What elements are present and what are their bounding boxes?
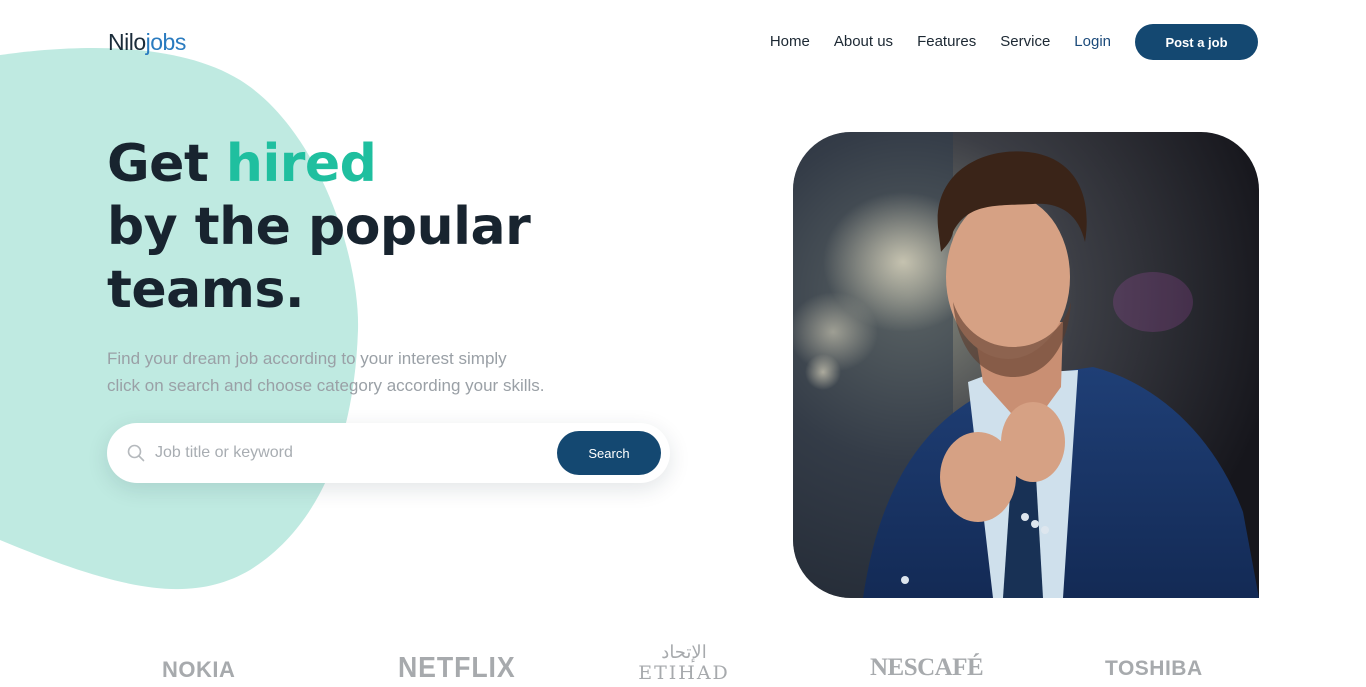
etihad-logo-arabic: الإتحاد (661, 642, 707, 663)
hero-title-line2: by the popular (107, 197, 531, 257)
search-button[interactable]: Search (557, 431, 661, 475)
hero-title: Get hired by the popular teams. (107, 133, 531, 322)
hero-title-word1: Get (107, 134, 209, 194)
top-navbar: Nilojobs Home About us Features Service … (0, 0, 1366, 84)
nav-about-link[interactable]: About us (834, 24, 893, 60)
search-input[interactable] (155, 423, 535, 483)
partner-logos: NOKIA NETFLIX الإتحاد ETIHAD NESCAFÉ TOS… (0, 640, 1366, 687)
etihad-logo: الإتحاد ETIHAD (634, 642, 734, 685)
nav-features-link[interactable]: Features (917, 24, 976, 60)
hero-title-line1: Get hired (107, 133, 530, 196)
netflix-logo: NETFLIX (398, 652, 516, 684)
hero-title-accent: hired (225, 134, 377, 194)
hero-photo (793, 132, 1259, 598)
login-link[interactable]: Login (1074, 24, 1111, 60)
search-icon (127, 444, 145, 462)
hero-photo-illustration (793, 132, 1259, 598)
etihad-logo-latin: ETIHAD (638, 662, 730, 684)
job-search-bar: Search (107, 423, 670, 483)
post-job-button[interactable]: Post a job (1135, 24, 1258, 60)
nescafe-logo: NESCAFÉ (870, 654, 984, 681)
logo-text-part1: Nilo (108, 29, 146, 55)
toshiba-logo: TOSHIBA (1105, 657, 1203, 680)
logo-text-part2: jobs (145, 29, 187, 55)
hero-subtitle-line1: Find your dream job according to your in… (107, 349, 507, 368)
hero-title-line3: teams. (107, 260, 305, 320)
hero-subtitle-line2: click on search and choose category acco… (107, 376, 545, 395)
nav-service-link[interactable]: Service (1000, 24, 1050, 60)
nav-links: Home About us Features Service Login Pos… (770, 24, 1258, 60)
logo[interactable]: Nilojobs (108, 29, 186, 56)
nav-home-link[interactable]: Home (770, 24, 810, 60)
nokia-logo: NOKIA (162, 657, 236, 682)
hero-subtitle: Find your dream job according to your in… (107, 345, 627, 399)
